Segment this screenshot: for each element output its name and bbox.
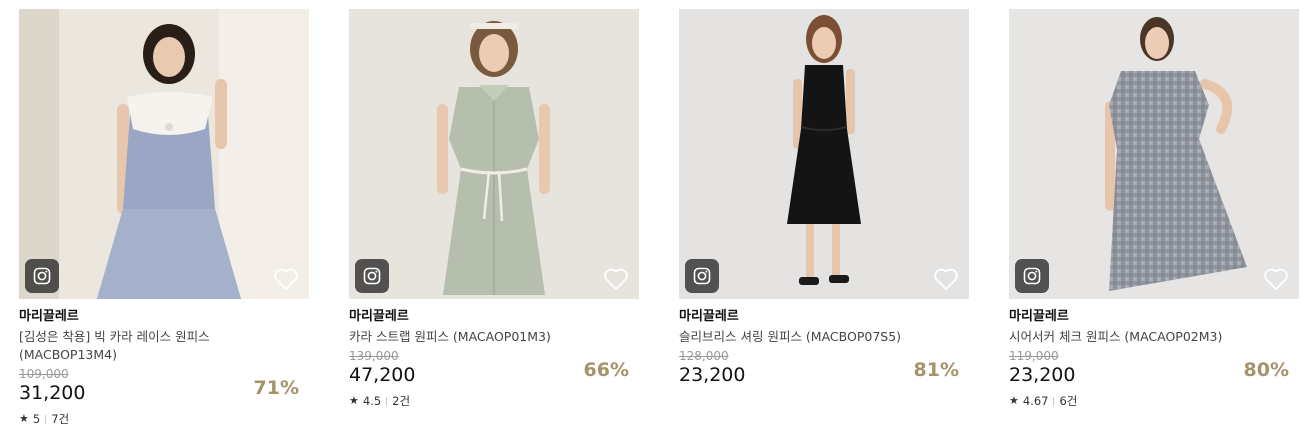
product-image[interactable] <box>19 9 309 299</box>
rating: ★ 4.5 2건 <box>349 394 639 408</box>
product-photo <box>679 9 969 299</box>
rating-score: 4.67 <box>1022 394 1049 408</box>
divider <box>386 396 388 406</box>
price-row: 23,200 81% <box>679 359 969 387</box>
product-brand: 마리끌레르 <box>1009 309 1069 324</box>
product-brand: 마리끌레르 <box>679 309 739 324</box>
price-row: 23,200 80% <box>1009 359 1299 387</box>
instagram-icon[interactable] <box>685 259 719 293</box>
product-image[interactable] <box>349 9 639 299</box>
instagram-icon[interactable] <box>355 259 389 293</box>
star-icon: ★ <box>1009 394 1019 407</box>
rating: ★ 5 7건 <box>19 412 309 426</box>
discount-rate: 80% <box>1243 359 1289 381</box>
discount-rate: 71% <box>253 377 299 399</box>
product-card[interactable]: 마리끌레르 슬리브리스 셔링 원피스 (MACBOP07S5) 128,000 … <box>679 9 969 387</box>
review-count: 7건 <box>51 412 70 426</box>
divider <box>45 414 47 424</box>
product-photo <box>1009 9 1299 299</box>
instagram-icon[interactable] <box>1015 259 1049 293</box>
price-row: 31,200 71% <box>19 377 309 405</box>
product-name[interactable]: 카라 스트랩 원피스 (MACAOP01M3) <box>349 328 639 346</box>
instagram-icon[interactable] <box>25 259 59 293</box>
heart-icon[interactable] <box>933 267 959 291</box>
review-count: 2건 <box>392 394 411 408</box>
heart-icon[interactable] <box>603 267 629 291</box>
product-photo <box>19 9 309 299</box>
product-image[interactable] <box>679 9 969 299</box>
product-name-line: (MACBOP13M4) <box>19 347 117 362</box>
discount-rate: 66% <box>583 359 629 381</box>
discount-rate: 81% <box>913 359 959 381</box>
product-image[interactable] <box>1009 9 1299 299</box>
heart-icon[interactable] <box>273 267 299 291</box>
star-icon: ★ <box>19 412 29 425</box>
rating-score: 5 <box>32 412 41 426</box>
product-name[interactable]: 슬리브리스 셔링 원피스 (MACBOP07S5) <box>679 328 969 346</box>
heart-icon[interactable] <box>1263 267 1289 291</box>
product-name[interactable]: [김성은 착용] 빅 카라 레이스 원피스 (MACBOP13M4) <box>19 328 309 364</box>
product-name[interactable]: 시어서커 체크 원피스 (MACAOP02M3) <box>1009 328 1299 346</box>
rating: ★ 4.67 6건 <box>1009 394 1299 408</box>
product-name-line: [김성은 착용] 빅 카라 레이스 원피스 <box>19 329 210 344</box>
star-icon: ★ <box>349 394 359 407</box>
rating-score: 4.5 <box>362 394 382 408</box>
product-grid: 마리끌레르 [김성은 착용] 빅 카라 레이스 원피스 (MACBOP13M4) … <box>0 0 1313 444</box>
product-card[interactable]: 마리끌레르 시어서커 체크 원피스 (MACAOP02M3) 119,000 2… <box>1009 9 1299 408</box>
divider <box>1053 396 1055 406</box>
product-brand: 마리끌레르 <box>349 309 409 324</box>
product-brand: 마리끌레르 <box>19 309 79 324</box>
product-photo <box>349 9 639 299</box>
product-card[interactable]: 마리끌레르 카라 스트랩 원피스 (MACAOP01M3) 139,000 47… <box>349 9 639 408</box>
product-card[interactable]: 마리끌레르 [김성은 착용] 빅 카라 레이스 원피스 (MACBOP13M4) … <box>19 9 309 426</box>
price-row: 47,200 66% <box>349 359 639 387</box>
review-count: 6건 <box>1059 394 1078 408</box>
